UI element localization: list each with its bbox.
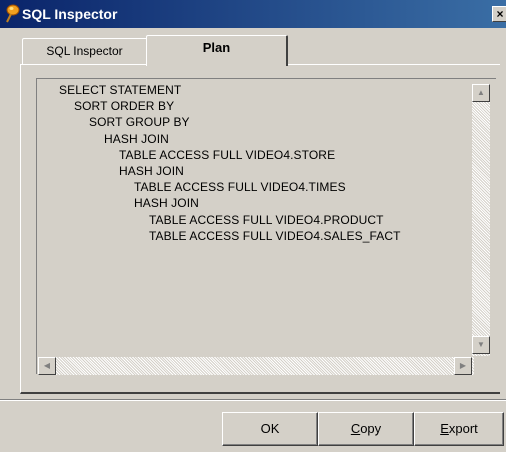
scroll-up-button[interactable]: ▲ <box>472 84 490 102</box>
export-mnemonic: E <box>440 421 449 436</box>
tab-plan[interactable]: Plan <box>146 35 288 66</box>
horizontal-scrollbar[interactable] <box>38 357 474 375</box>
ok-button[interactable]: OK <box>222 412 318 446</box>
plan-line: TABLE ACCESS FULL VIDEO4.PRODUCT <box>149 212 384 227</box>
scroll-down-button[interactable]: ▼ <box>472 336 490 354</box>
arrow-right-icon: ▶ <box>459 361 467 370</box>
export-label: xport <box>448 421 478 436</box>
arrow-down-icon: ▼ <box>477 340 485 349</box>
export-button[interactable]: Export <box>414 412 504 446</box>
copy-label: opy <box>360 421 382 436</box>
arrow-up-icon: ▲ <box>477 88 485 97</box>
plan-line: HASH JOIN <box>119 164 184 179</box>
plan-line: TABLE ACCESS FULL VIDEO4.STORE <box>119 147 336 162</box>
arrow-left-icon: ◀ <box>43 361 51 370</box>
scroll-left-button[interactable]: ◀ <box>38 357 56 375</box>
vertical-scrollbar[interactable] <box>472 84 490 356</box>
tab-sql-inspector[interactable]: SQL Inspector <box>22 38 148 64</box>
plan-line: SELECT STATEMENT <box>59 83 182 97</box>
scroll-right-button[interactable]: ▶ <box>454 357 472 375</box>
plan-line: TABLE ACCESS FULL VIDEO4.TIMES <box>134 180 346 195</box>
plan-line: TABLE ACCESS FULL VIDEO4.SALES_FACT <box>149 228 401 243</box>
plan-line: HASH JOIN <box>104 131 169 146</box>
sql-inspector-dialog: SQL Inspector × SQL Inspector Plan SELEC… <box>0 0 506 452</box>
title-bar[interactable]: SQL Inspector × <box>0 0 506 28</box>
copy-mnemonic: C <box>350 421 361 436</box>
tab-label: SQL Inspector <box>46 44 123 58</box>
plan-line: HASH JOIN <box>134 196 199 211</box>
close-button[interactable]: × <box>492 6 506 22</box>
pin-icon <box>6 4 20 23</box>
window-title: SQL Inspector <box>22 6 118 22</box>
close-icon: × <box>496 7 504 21</box>
plan-tree: SELECT STATEMENT SORT ORDER BY SORT GROUP … <box>59 82 401 244</box>
button-separator <box>0 399 506 401</box>
ok-label: OK <box>260 421 280 436</box>
scrollbar-corner <box>474 356 490 374</box>
plan-line: SORT ORDER BY <box>74 99 175 114</box>
copy-button[interactable]: Copy <box>318 412 414 446</box>
plan-text-area[interactable]: SELECT STATEMENT SORT ORDER BY SORT GROUP … <box>36 78 496 374</box>
plan-line: SORT GROUP BY <box>89 115 190 130</box>
tab-label: Plan <box>202 40 231 55</box>
